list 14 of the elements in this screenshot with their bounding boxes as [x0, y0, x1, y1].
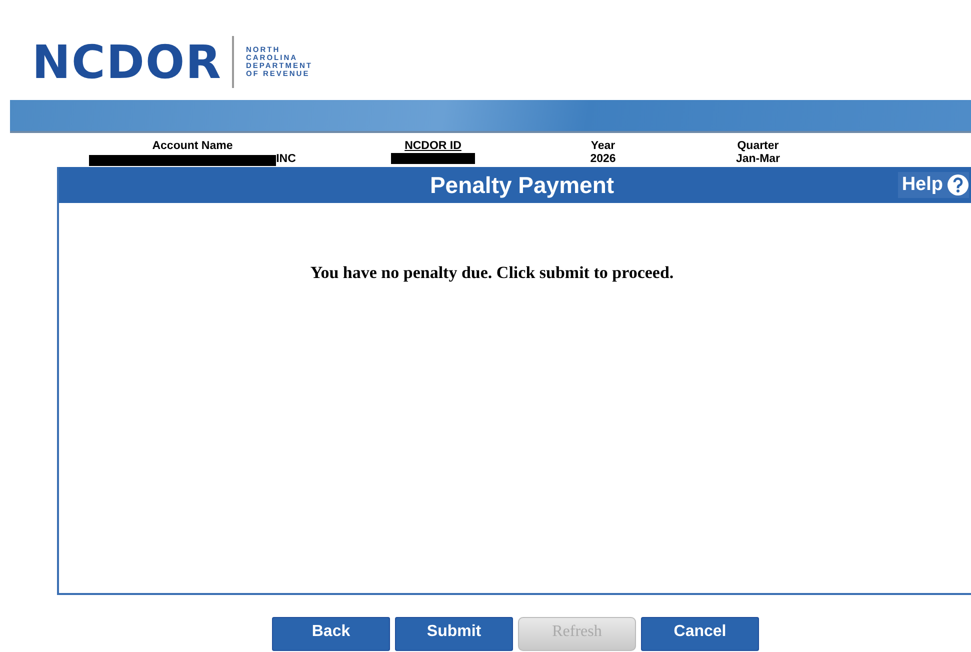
- field-label: NCDOR ID: [404, 140, 462, 153]
- field-label: Account Name: [152, 140, 233, 153]
- panel-title: Penalty Payment: [430, 172, 614, 198]
- logo-wordmark: NCDOR: [32, 35, 222, 89]
- action-button[interactable]: Cancel: [641, 617, 759, 651]
- field-value: INC: [276, 153, 296, 166]
- field-value: 2026: [590, 153, 616, 166]
- field-label: Quarter: [737, 140, 779, 153]
- field-value: Jan-Mar: [736, 153, 780, 166]
- message-text: You have no penalty due. Click submit to proceed.: [309, 263, 675, 283]
- action-button[interactable]: Back: [272, 617, 390, 651]
- help-button[interactable]: Help: [898, 172, 969, 198]
- field-label: Year: [590, 140, 616, 153]
- action-button[interactable]: Submit: [395, 617, 513, 651]
